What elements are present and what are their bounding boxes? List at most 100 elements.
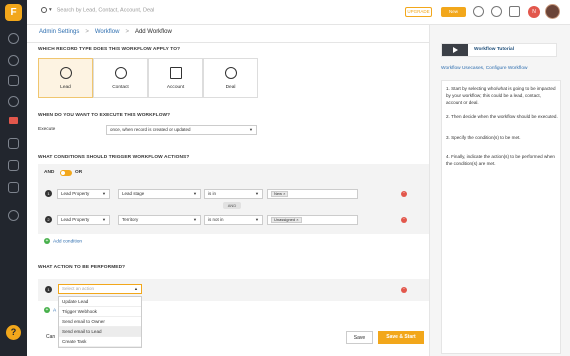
step-text: 3. Specify the condition(s) to be met.: [446, 135, 521, 140]
record-card-label: Lead: [60, 85, 71, 90]
remove-tag-icon[interactable]: ×: [283, 191, 285, 196]
value-tag-label: New: [274, 191, 283, 196]
execute-heading: WHEN DO YOU WANT TO EXECUTE THIS WORKFLO…: [38, 113, 171, 118]
chevron-down-icon: ▼: [249, 127, 253, 132]
delete-condition-icon[interactable]: -: [401, 191, 407, 197]
action-heading: WHAT ACTION TO BE PERFORMED?: [38, 265, 126, 270]
chat-icon[interactable]: [473, 6, 484, 17]
campaigns-icon[interactable]: [8, 182, 19, 193]
user-avatar[interactable]: [545, 4, 560, 19]
help-panel: Workflow Tutorial Workflow Usecases, Con…: [430, 25, 570, 356]
reports-icon[interactable]: [8, 160, 19, 171]
condition-field-value: Lead stage: [122, 191, 145, 196]
tutorial-video[interactable]: Workflow Tutorial: [441, 43, 557, 57]
search-bar[interactable]: ▾ Search by Lead, Contact, Account, Deal: [41, 7, 154, 13]
execute-label: Execute: [38, 127, 56, 132]
search-input[interactable]: Search by Lead, Contact, Account, Deal: [57, 7, 155, 13]
delete-condition-icon[interactable]: -: [401, 217, 407, 223]
steps-box: 1. Start by selecting who/what is going …: [441, 80, 561, 354]
action-number: 1: [45, 286, 52, 293]
chevron-down-icon: ▼: [255, 191, 259, 196]
chevron-down-icon[interactable]: ▾: [49, 7, 52, 13]
step-text: 4. Finally, indicate the action(s) to be…: [446, 154, 555, 166]
action-placeholder: Select an action: [62, 286, 95, 291]
dollar-icon: [225, 67, 237, 79]
lead-icon: [60, 67, 72, 79]
phone-icon[interactable]: [491, 6, 502, 17]
workflow-form: WHICH RECORD TYPE DOES THIS WORKFLOW APP…: [27, 43, 429, 356]
condition-property-select[interactable]: Lead Property ▼: [57, 215, 110, 225]
action-select[interactable]: Select an action ▲: [58, 284, 142, 294]
sidebar: F ?: [0, 0, 27, 356]
step-text: 1. Start by selecting who/what is going …: [446, 86, 556, 105]
and-or-toggle[interactable]: [60, 170, 72, 176]
delete-action-icon[interactable]: -: [401, 287, 407, 293]
breadcrumb-current: Add Workflow: [134, 29, 172, 35]
usecases-link[interactable]: Workflow Usecases, Configure Workflow: [441, 66, 527, 71]
save-and-start-button[interactable]: Save & Start: [378, 331, 424, 344]
contacts-icon[interactable]: [8, 55, 19, 66]
condition-property-select[interactable]: Lead Property ▼: [57, 189, 110, 199]
conditions-heading: WHAT CONDITIONS SHOULD TRIGGER WORKFLOW …: [38, 155, 190, 160]
breadcrumb-admin-settings[interactable]: Admin Settings: [39, 29, 79, 35]
breadcrumb-workflow[interactable]: Workflow: [95, 29, 120, 35]
action-option[interactable]: Update Lead: [59, 297, 141, 307]
condition-field-select[interactable]: Lead stage ▼: [118, 189, 201, 199]
record-type-heading: WHICH RECORD TYPE DOES THIS WORKFLOW APP…: [38, 47, 181, 52]
chevron-down-icon: ▼: [102, 217, 106, 222]
notification-avatar[interactable]: N: [528, 6, 540, 18]
condition-property-value: Lead Property: [61, 217, 90, 222]
condition-property-value: Lead Property: [61, 191, 90, 196]
top-bar: ▾ Search by Lead, Contact, Account, Deal …: [27, 0, 570, 25]
add-action-link[interactable]: + A: [44, 307, 56, 313]
action-option[interactable]: Create Task: [59, 337, 141, 347]
execute-select[interactable]: once, when record is created or updated ▼: [106, 125, 257, 135]
inbox-icon[interactable]: [9, 117, 18, 124]
video-title: Workflow Tutorial: [474, 47, 515, 52]
and-label: AND: [44, 170, 55, 175]
add-condition-label: Add condition: [53, 239, 83, 245]
condition-operator-select[interactable]: is in ▼: [204, 189, 263, 199]
breadcrumb: Admin Settings > Workflow > Add Workflow: [39, 29, 178, 35]
condition-field-select[interactable]: Territory ▼: [118, 215, 201, 225]
action-option-highlighted[interactable]: Send email to Lead: [59, 327, 141, 337]
value-tag[interactable]: Unassigned ×: [271, 217, 302, 223]
play-icon[interactable]: [442, 44, 468, 56]
new-button[interactable]: New: [441, 7, 466, 17]
record-card-contact[interactable]: Contact: [93, 58, 148, 98]
mail-icon[interactable]: [509, 6, 520, 17]
action-option[interactable]: Trigger Webhook: [59, 307, 141, 317]
settings-icon[interactable]: [8, 210, 19, 221]
record-card-lead[interactable]: Lead: [38, 58, 93, 98]
record-card-deal[interactable]: Deal: [203, 58, 258, 98]
and-separator: AND: [223, 202, 241, 209]
value-tag[interactable]: New ×: [271, 191, 289, 197]
app-logo[interactable]: F: [5, 4, 22, 21]
action-option[interactable]: Send email to Owner: [59, 317, 141, 327]
search-icon: [41, 7, 47, 13]
breadcrumb-separator: >: [125, 29, 129, 35]
accounts-icon[interactable]: [8, 75, 19, 86]
record-card-account[interactable]: Account: [148, 58, 203, 98]
record-card-label: Deal: [225, 85, 236, 90]
condition-number: 1: [45, 190, 52, 197]
record-card-label: Account: [166, 85, 185, 90]
dashboard-icon[interactable]: [8, 33, 19, 44]
condition-field-value: Territory: [122, 217, 139, 222]
save-button[interactable]: Save: [346, 331, 373, 344]
execute-value: once, when record is created or updated: [110, 127, 191, 132]
calendar-icon[interactable]: [8, 138, 19, 149]
deals-icon[interactable]: [8, 96, 19, 107]
condition-number: 2: [45, 216, 52, 223]
help-icon[interactable]: ?: [6, 325, 21, 340]
chevron-down-icon: ▼: [193, 217, 197, 222]
step-text: 2. Then decide when the workflow should …: [446, 114, 558, 119]
chevron-up-icon: ▲: [134, 286, 138, 291]
add-condition-link[interactable]: + Add condition: [44, 238, 82, 244]
add-action-label: A: [53, 308, 57, 314]
or-label: OR: [75, 170, 83, 175]
remove-tag-icon[interactable]: ×: [296, 217, 298, 222]
cancel-button[interactable]: Can: [37, 331, 57, 344]
condition-operator-select[interactable]: is not in ▼: [204, 215, 263, 225]
upgrade-button[interactable]: UPGRADE: [405, 7, 432, 17]
